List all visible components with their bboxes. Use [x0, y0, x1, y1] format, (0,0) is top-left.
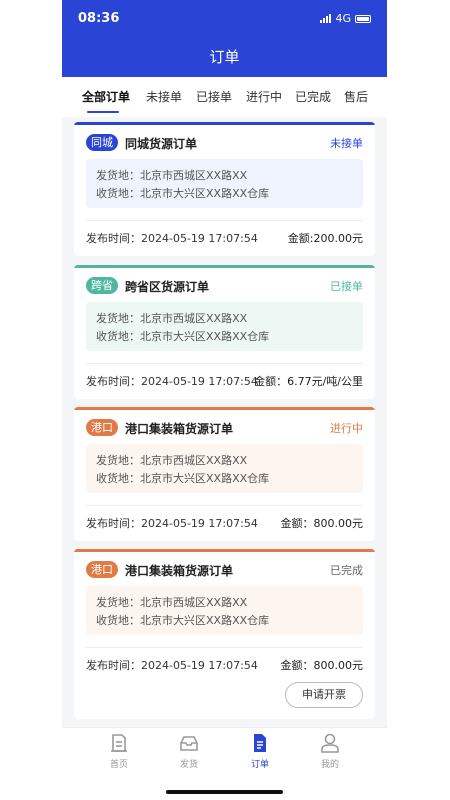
phone-screen: 08:36 4G 订单 全部订单 未接单 已接单 进行中 已完成 售后 同城 同… — [62, 0, 387, 800]
ship-to-address: 收货地：北京市大兴区XX路XX仓库 — [96, 330, 270, 343]
tab-completed[interactable]: 已完成 — [295, 88, 331, 105]
ship-from-address: 发货地：北京市西城区XX路XX — [96, 454, 248, 467]
nav-item-orders[interactable]: 订单 — [240, 732, 280, 770]
order-status: 未接单 — [330, 137, 363, 150]
publish-time: 发布时间：2024-05-19 17:07:54 — [86, 375, 258, 388]
publish-time: 发布时间：2024-05-19 17:07:54 — [86, 659, 258, 672]
publish-time: 发布时间：2024-05-19 17:07:54 — [86, 517, 258, 530]
app-header: 08:36 4G 订单 — [62, 0, 387, 77]
nav-label-home: 首页 — [109, 760, 128, 770]
order-amount: 金额：6.77元/吨/公里 — [254, 375, 363, 388]
order-tabs: 全部订单 未接单 已接单 进行中 已完成 售后 — [62, 77, 387, 117]
home-indicator — [166, 790, 283, 794]
ship-to-address: 收货地：北京市大兴区XX路XX仓库 — [96, 614, 270, 627]
nav-item-home[interactable]: 首页 — [99, 732, 139, 770]
publish-time: 发布时间：2024-05-19 17:07:54 — [86, 232, 258, 245]
signal-icon — [320, 14, 332, 23]
order-type-badge: 跨省 — [86, 277, 118, 294]
tab-after-sales[interactable]: 售后 — [344, 88, 368, 105]
user-icon — [321, 733, 339, 753]
order-amount: 金额:200.00元 — [287, 232, 363, 245]
address-box: 发货地：北京市西城区XX路XX 收货地：北京市大兴区XX路XX仓库 — [86, 444, 363, 493]
card-accent-line — [74, 407, 375, 410]
nav-label-orders: 订单 — [250, 760, 269, 770]
tab-in-progress[interactable]: 进行中 — [246, 88, 282, 105]
nav-item-profile[interactable]: 我的 — [310, 732, 350, 770]
order-card[interactable]: 同城 同城货源订单 未接单 发货地：北京市西城区XX路XX 收货地：北京市大兴区… — [74, 122, 375, 256]
ship-to-address: 收货地：北京市大兴区XX路XX仓库 — [96, 472, 270, 485]
order-card[interactable]: 跨省 跨省区货源订单 已接单 发货地：北京市西城区XX路XX 收货地：北京市大兴… — [74, 265, 375, 399]
active-tab-indicator — [87, 111, 119, 113]
order-title: 港口集装箱货源订单 — [125, 564, 234, 578]
card-divider — [86, 647, 363, 648]
ship-from-address: 发货地：北京市西城区XX路XX — [96, 169, 248, 182]
order-type-badge: 港口 — [86, 419, 118, 436]
order-amount: 金额：800.00元 — [280, 517, 364, 530]
nav-item-ship[interactable]: 发货 — [169, 732, 209, 770]
order-type-badge: 同城 — [86, 134, 118, 151]
page-title: 订单 — [209, 48, 240, 66]
order-card[interactable]: 港口 港口集装箱货源订单 进行中 发货地：北京市西城区XX路XX 收货地：北京市… — [74, 407, 375, 541]
battery-icon — [355, 14, 371, 23]
status-time: 08:36 — [78, 11, 120, 26]
card-accent-line — [74, 265, 375, 268]
address-box: 发货地：北京市西城区XX路XX 收货地：北京市大兴区XX路XX仓库 — [86, 302, 363, 351]
home-icon — [111, 734, 127, 752]
card-divider — [86, 505, 363, 506]
address-box: 发货地：北京市西城区XX路XX 收货地：北京市大兴区XX路XX仓库 — [86, 159, 363, 208]
status-indicators: 4G — [320, 12, 371, 25]
address-box: 发货地：北京市西城区XX路XX 收货地：北京市大兴区XX路XX仓库 — [86, 586, 363, 635]
order-title: 同城货源订单 — [125, 137, 198, 151]
order-document-icon — [254, 734, 266, 752]
card-accent-line — [74, 122, 375, 125]
ship-from-address: 发货地：北京市西城区XX路XX — [96, 596, 248, 609]
order-card[interactable]: 港口 港口集装箱货源订单 已完成 发货地：北京市西城区XX路XX 收货地：北京市… — [74, 549, 375, 719]
tab-all-orders[interactable]: 全部订单 — [82, 88, 130, 105]
nav-label-profile: 我的 — [320, 760, 339, 770]
order-status: 已接单 — [330, 280, 363, 293]
order-title: 港口集装箱货源订单 — [125, 422, 234, 436]
order-title: 跨省区货源订单 — [125, 280, 210, 294]
card-accent-line — [74, 549, 375, 552]
ship-to-address: 收货地：北京市大兴区XX路XX仓库 — [96, 187, 270, 200]
nav-label-ship: 发货 — [179, 760, 198, 770]
order-status: 已完成 — [330, 564, 363, 577]
order-status: 进行中 — [330, 422, 363, 435]
shipping-tray-icon — [180, 736, 198, 751]
apply-invoice-button[interactable]: 申请开票 — [285, 682, 363, 708]
card-divider — [86, 363, 363, 364]
ship-from-address: 发货地：北京市西城区XX路XX — [96, 312, 248, 325]
order-amount: 金额：800.00元 — [280, 659, 364, 672]
card-divider — [86, 220, 363, 221]
network-label: 4G — [335, 12, 351, 25]
tab-unaccepted[interactable]: 未接单 — [146, 88, 182, 105]
order-type-badge: 港口 — [86, 561, 118, 578]
tab-accepted[interactable]: 已接单 — [196, 88, 232, 105]
